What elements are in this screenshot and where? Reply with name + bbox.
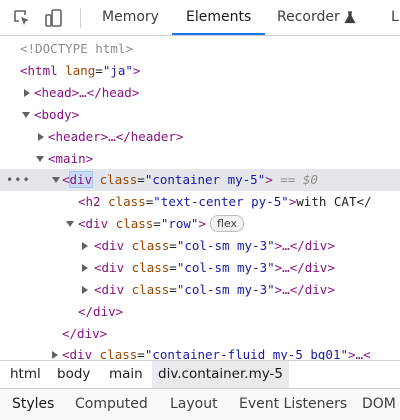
more-actions-icon[interactable]: ••• (6, 169, 31, 191)
expand-triangle-icon[interactable] (82, 242, 88, 250)
tab-overflow[interactable]: L (391, 0, 399, 35)
tab-recorder-label: Recorder (277, 9, 340, 25)
html-tag-code: <html lang="ja"> (20, 63, 141, 78)
close-div-code: </div> (62, 326, 108, 341)
inspect-element-icon[interactable] (12, 8, 32, 28)
tab-layout[interactable]: Layout (170, 389, 218, 420)
collapse-triangle-icon[interactable] (36, 156, 44, 162)
expand-triangle-icon[interactable] (52, 351, 58, 359)
tree-node-col[interactable]: <div class="col-sm my-3">…</div> (0, 257, 400, 279)
tab-computed[interactable]: Computed (75, 389, 148, 420)
tree-node-html[interactable]: <html lang="ja"> (0, 60, 400, 82)
container-fluid-code: <div class="container-fluid my-5 bg01">…… (62, 347, 371, 360)
elements-tree: <!DOCTYPE html> <html lang="ja"> <head>…… (0, 36, 400, 360)
doctype-text: <!DOCTYPE html> (20, 41, 133, 56)
tree-node-header[interactable]: <header>…</header> (0, 126, 400, 148)
tree-node-col[interactable]: <div class="col-sm my-3">…</div> (0, 279, 400, 301)
head-tag-code: <head>…</head> (34, 85, 140, 100)
body-tag-code: <body> (34, 107, 80, 122)
tab-elements[interactable]: Elements (186, 0, 251, 35)
close-div-code: </div> (78, 304, 124, 319)
collapse-triangle-icon[interactable] (66, 221, 74, 227)
row-div-code: <div class="row"> flex (78, 213, 244, 235)
tab-recorder[interactable]: Recorder (277, 0, 356, 35)
collapse-triangle-icon[interactable] (52, 177, 60, 183)
expand-triangle-icon[interactable] (82, 286, 88, 294)
flex-badge[interactable]: flex (209, 215, 244, 232)
breadcrumb-item-selected[interactable]: div.container.my-5 (152, 361, 289, 388)
toolbar-separator (80, 8, 81, 28)
header-tag-code: <header>…</header> (48, 129, 184, 144)
device-toolbar-icon[interactable] (44, 8, 64, 28)
tree-node-close-div[interactable]: </div> (0, 323, 400, 345)
collapse-triangle-icon[interactable] (22, 112, 30, 118)
h2-code: <h2 class="text-center py-5">with CAT</ (78, 194, 372, 209)
tab-styles[interactable]: Styles (12, 389, 54, 420)
tree-node-doctype[interactable]: <!DOCTYPE html> (0, 38, 400, 60)
expand-triangle-icon[interactable] (24, 89, 30, 97)
tab-memory[interactable]: Memory (102, 0, 159, 35)
tree-node-col[interactable]: <div class="col-sm my-3">…</div> (0, 235, 400, 257)
expand-triangle-icon[interactable] (82, 264, 88, 272)
active-tab-indicator (172, 33, 265, 35)
breadcrumb: html body main div.container.my-5 (0, 360, 400, 388)
sidebar-pane-tabs: Styles Computed Layout Event Listeners D… (0, 388, 400, 420)
selected-div-code: <div class="container my-5"> == $0 (62, 171, 318, 188)
breadcrumb-item-body[interactable]: body (57, 361, 90, 388)
tree-node-main[interactable]: <main> (0, 148, 400, 170)
breadcrumb-item-main[interactable]: main (109, 361, 143, 388)
col-div-code: <div class="col-sm my-3">…</div> (94, 282, 335, 297)
expand-triangle-icon[interactable] (38, 133, 44, 141)
breadcrumb-item-html[interactable]: html (10, 361, 41, 388)
tree-node-head[interactable]: <head>…</head> (0, 82, 400, 104)
tab-event-listeners[interactable]: Event Listeners (239, 389, 347, 420)
main-tag-code: <main> (48, 151, 94, 166)
col-div-code: <div class="col-sm my-3">…</div> (94, 260, 335, 275)
flask-icon (344, 11, 356, 24)
tree-node-selected-div[interactable]: ••• <div class="container my-5"> == $0 (0, 169, 400, 191)
tree-node-container-fluid[interactable]: <div class="container-fluid my-5 bg01">…… (0, 344, 400, 360)
tab-dom[interactable]: DOM (362, 389, 396, 420)
tree-node-h2[interactable]: <h2 class="text-center py-5">with CAT</ (0, 191, 400, 213)
devtools-toolbar: Memory Elements Recorder L (0, 0, 400, 36)
tree-node-row[interactable]: <div class="row"> flex (0, 213, 400, 235)
col-div-code: <div class="col-sm my-3">…</div> (94, 238, 335, 253)
tree-node-close-div[interactable]: </div> (0, 301, 400, 323)
tree-node-body[interactable]: <body> (0, 104, 400, 126)
